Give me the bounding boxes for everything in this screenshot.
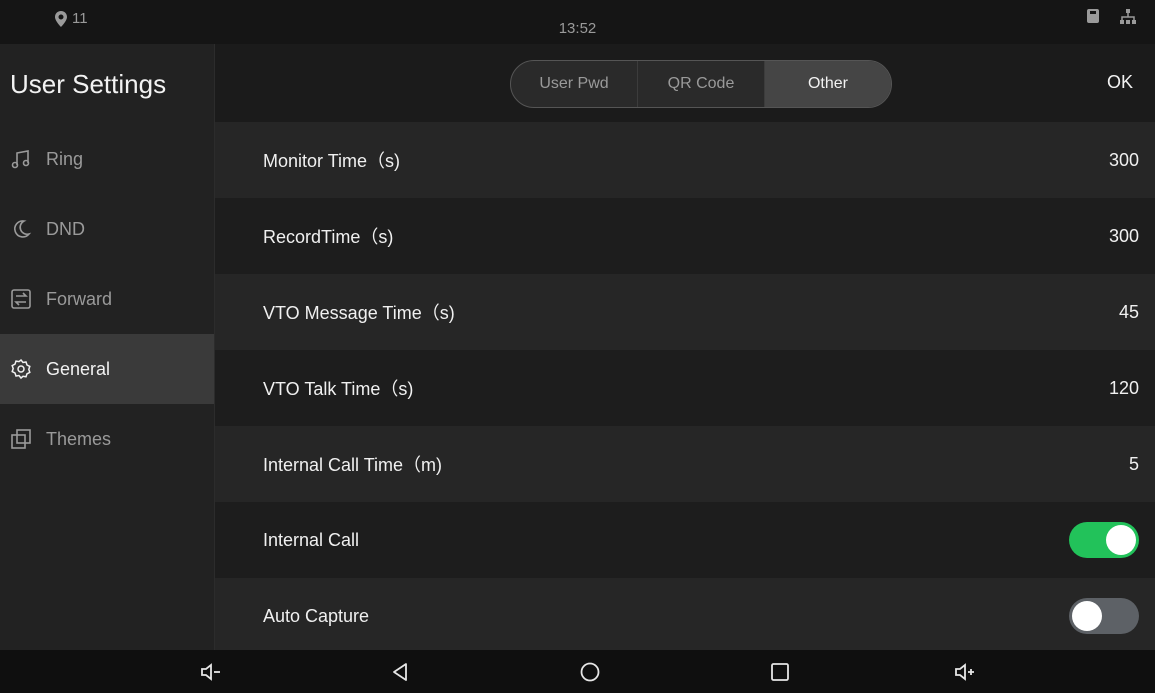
recents-button[interactable] (768, 660, 792, 684)
setting-label: RecordTime（s) (263, 227, 394, 247)
clock: 13:52 (558, 20, 597, 37)
gear-icon (11, 358, 31, 380)
themes-icon (11, 429, 31, 449)
navigation-bar (0, 650, 1155, 693)
network-icon (1120, 9, 1136, 24)
tab-other[interactable]: Other (765, 61, 891, 107)
setting-value: 45 (1118, 301, 1139, 322)
sidebar-item-themes[interactable]: Themes (0, 404, 214, 474)
internal-call-toggle[interactable] (1069, 522, 1139, 558)
sidebar: User Settings Ring DND Forward General T… (0, 44, 215, 650)
sidebar-item-label: Ring (46, 148, 84, 169)
sidebar-item-label: Themes (46, 428, 112, 449)
settings-list: Monitor Time（s) 300 RecordTime（s) 300 VT… (215, 122, 1155, 654)
sidebar-item-dnd[interactable]: DND (0, 194, 214, 264)
setting-value: 120 (1108, 377, 1139, 398)
volume-down-icon (201, 663, 220, 681)
sidebar-item-label: General (46, 358, 111, 379)
home-icon (580, 662, 600, 682)
music-note-icon (11, 150, 30, 169)
volume-up-icon (955, 663, 974, 681)
back-button[interactable] (388, 660, 412, 684)
home-button[interactable] (578, 660, 602, 684)
setting-label: Internal Call Time（m) (263, 455, 443, 475)
auto-capture-toggle[interactable] (1069, 598, 1139, 634)
sidebar-item-label: Forward (46, 288, 113, 309)
setting-row-record-time[interactable]: RecordTime（s) 300 (215, 198, 1155, 274)
forward-icon (11, 289, 31, 309)
toggle-knob (1106, 525, 1136, 555)
setting-label: Internal Call (263, 529, 360, 550)
tab-qr-code[interactable]: QR Code (638, 61, 765, 107)
setting-label: Auto Capture (263, 605, 370, 626)
volume-down-button[interactable] (198, 660, 222, 684)
setting-label: VTO Message Time（s) (263, 303, 455, 323)
back-icon (393, 663, 407, 681)
status-bar: 11 13:52 (0, 0, 1155, 44)
setting-label: Monitor Time（s) (263, 151, 401, 171)
page-title: User Settings (10, 69, 167, 99)
setting-label: VTO Talk Time（s) (263, 379, 414, 399)
setting-row-internal-call-time[interactable]: Internal Call Time（m) 5 (215, 426, 1155, 502)
sidebar-item-ring[interactable]: Ring (0, 124, 214, 194)
tab-user-pwd[interactable]: User Pwd (511, 61, 638, 107)
top-bar: User Pwd QR Code Other OK (215, 44, 1155, 122)
moon-icon (14, 220, 32, 238)
sidebar-item-label: DND (46, 218, 85, 239)
toggle-knob (1072, 601, 1102, 631)
setting-row-monitor-time[interactable]: Monitor Time（s) 300 (215, 122, 1155, 198)
segmented-tabs: User Pwd QR Code Other (510, 60, 892, 108)
sd-card-icon (1087, 9, 1099, 23)
volume-up-button[interactable] (952, 660, 976, 684)
setting-row-vto-talk-time[interactable]: VTO Talk Time（s) 120 (215, 350, 1155, 426)
setting-row-internal-call: Internal Call (215, 502, 1155, 578)
setting-value: 300 (1108, 149, 1139, 170)
setting-row-auto-capture: Auto Capture (215, 578, 1155, 654)
setting-row-vto-message-time[interactable]: VTO Message Time（s) 45 (215, 274, 1155, 350)
ok-button[interactable]: OK (1107, 72, 1133, 93)
sidebar-item-forward[interactable]: Forward (0, 264, 214, 334)
recents-icon (771, 663, 789, 681)
setting-value: 300 (1108, 225, 1139, 246)
sidebar-item-general[interactable]: General (0, 334, 214, 404)
setting-value: 5 (1128, 453, 1139, 474)
